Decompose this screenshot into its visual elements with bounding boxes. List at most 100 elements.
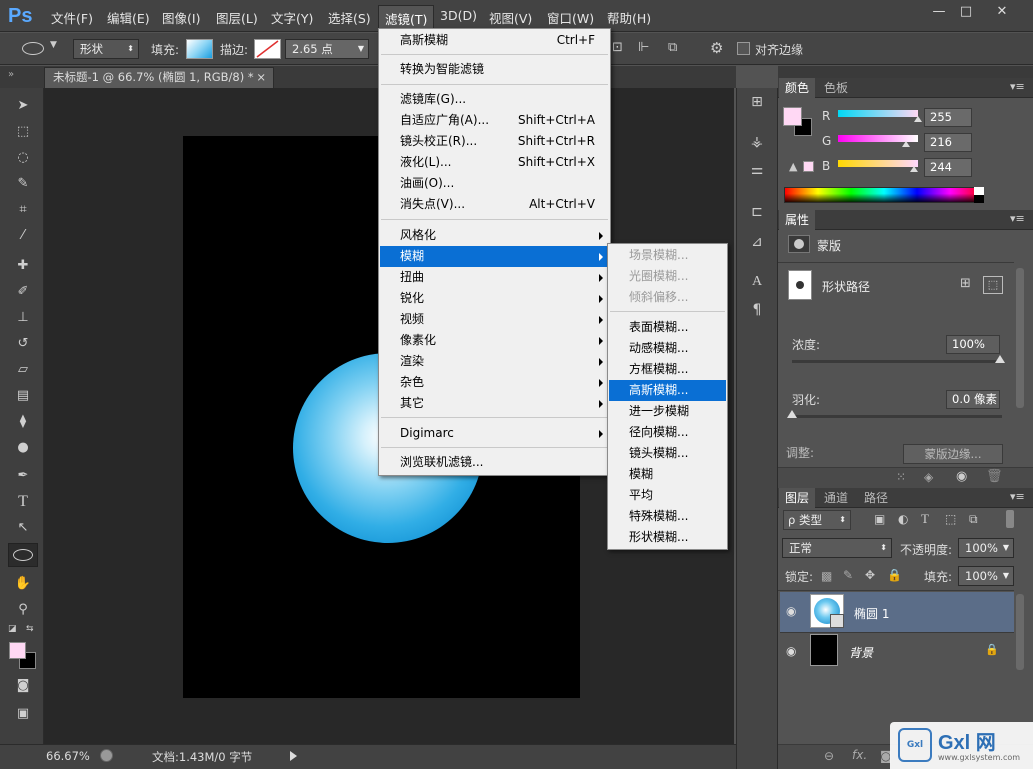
visibility-eye-icon[interactable]: ◉ <box>786 604 796 618</box>
menu-item-filter-gallery[interactable]: 滤镜库(G)... <box>380 89 609 110</box>
submenu-item-shape-blur[interactable]: 形状模糊... <box>609 527 726 548</box>
path-alignment-icon[interactable]: ⊩ <box>638 40 649 55</box>
character-panel-icon[interactable]: A <box>746 272 768 292</box>
vector-mask-thumbnail[interactable] <box>788 270 812 300</box>
menu-item-sharpen[interactable]: 锐化 <box>380 288 609 309</box>
menu-view[interactable]: 视图(V) <box>489 8 532 27</box>
panel-menu-icon[interactable]: ▾≡ <box>1010 490 1025 503</box>
eye-icon[interactable]: ◉ <box>956 469 967 484</box>
fill-swatch[interactable] <box>186 39 213 59</box>
menu-item-adaptive-wide-angle[interactable]: 自适应广角(A)... Shift+Ctrl+A <box>380 110 609 131</box>
ellipse-tool-preset-icon[interactable] <box>22 42 44 55</box>
screen-mode-icon[interactable]: ▣ <box>12 704 34 724</box>
r-value-input[interactable]: 255 <box>924 108 972 127</box>
submenu-item-gaussian-blur[interactable]: 高斯模糊... <box>609 380 726 401</box>
g-slider-thumb[interactable] <box>902 141 910 147</box>
status-menu-arrow-icon[interactable] <box>290 751 297 761</box>
menu-item-vanishing-point[interactable]: 消失点(V)... Alt+Ctrl+V <box>380 194 609 215</box>
layer-style-icon[interactable]: fx. <box>852 748 867 762</box>
b-value-input[interactable]: 244 <box>924 158 972 177</box>
g-value-input[interactable]: 216 <box>924 133 972 152</box>
menu-item-distort[interactable]: 扭曲 <box>380 267 609 288</box>
lock-all-icon[interactable]: 🔒 <box>887 568 902 582</box>
menu-item-render[interactable]: 渲染 <box>380 351 609 372</box>
menu-window[interactable]: 窗口(W) <box>547 8 594 27</box>
menu-item-liquify[interactable]: 液化(L)... Shift+Ctrl+X <box>380 152 609 173</box>
close-tab-icon[interactable]: × <box>256 68 266 87</box>
opacity-input[interactable]: 100% ▼ <box>958 538 1014 558</box>
menu-select[interactable]: 选择(S) <box>328 8 371 27</box>
gear-icon[interactable]: ⚙ <box>710 39 723 57</box>
density-input[interactable]: 100% <box>946 335 1000 354</box>
document-tab[interactable]: 未标题-1 @ 66.7% (椭圆 1, RGB/8) * × <box>44 67 274 88</box>
menu-help[interactable]: 帮助(H) <box>607 8 651 27</box>
filter-type-icon[interactable]: T <box>921 511 929 527</box>
blend-mode-select[interactable]: 正常 ⬍ <box>782 538 892 558</box>
visibility-eye-icon[interactable]: ◉ <box>786 644 796 658</box>
eyedropper-tool-icon[interactable]: ⁄ <box>12 226 34 246</box>
filter-toggle[interactable] <box>1006 510 1014 528</box>
menu-item-digimarc[interactable]: Digimarc <box>380 423 609 444</box>
filter-adjustment-icon[interactable]: ◐ <box>898 512 908 526</box>
r-slider[interactable] <box>838 110 918 117</box>
tab-swatches[interactable]: 色板 <box>818 78 854 98</box>
filter-shape-icon[interactable]: ⬚ <box>945 512 956 526</box>
filter-smart-object-icon[interactable]: ⧉ <box>969 512 978 527</box>
add-pixel-mask-icon[interactable]: ⊞ <box>960 276 971 291</box>
menu-item-stylize[interactable]: 风格化 <box>380 225 609 246</box>
submenu-item-average[interactable]: 平均 <box>609 485 726 506</box>
submenu-item-smart-blur[interactable]: 特殊模糊... <box>609 506 726 527</box>
align-edges-checkbox[interactable] <box>737 42 750 55</box>
lock-position-icon[interactable]: ✥ <box>865 568 875 582</box>
blur-tool-icon[interactable]: ⧫ <box>12 412 34 432</box>
clone-stamp-tool-icon[interactable]: ⊥ <box>12 308 34 328</box>
lock-pixels-icon[interactable]: ✎ <box>843 568 853 582</box>
quick-mask-icon[interactable]: ◙ <box>12 676 34 696</box>
collapse-toolbox-icon[interactable]: » <box>8 69 14 80</box>
density-slider[interactable] <box>792 360 1002 363</box>
panel-menu-icon[interactable]: ▾≡ <box>1010 212 1025 225</box>
foreground-color-swatch[interactable] <box>9 642 26 659</box>
spectrum-white-swatch[interactable] <box>974 187 984 195</box>
menu-item-lens-correction[interactable]: 镜头校正(R)... Shift+Ctrl+R <box>380 131 609 152</box>
type-tool-icon[interactable]: T <box>12 492 34 512</box>
layer-kind-filter[interactable]: ρ 类型 ⬍ <box>783 510 851 530</box>
link-layers-icon[interactable]: ⊖ <box>824 749 834 763</box>
menu-item-oil-paint[interactable]: 油画(O)... <box>380 173 609 194</box>
trash-icon[interactable]: 🗑 <box>986 469 1003 484</box>
move-tool-icon[interactable]: ➤ <box>12 96 34 116</box>
clone-source-icon[interactable]: ⊏ <box>746 202 768 222</box>
menu-3d[interactable]: 3D(D) <box>440 8 477 23</box>
menu-item-other[interactable]: 其它 <box>380 393 609 414</box>
color-foreground-swatch[interactable] <box>783 107 802 126</box>
submenu-item-radial-blur[interactable]: 径向模糊... <box>609 422 726 443</box>
submenu-item-box-blur[interactable]: 方框模糊... <box>609 359 726 380</box>
zoom-level[interactable]: 66.67% <box>46 749 90 763</box>
load-selection-icon[interactable]: ⁙ <box>896 470 906 484</box>
quick-selection-tool-icon[interactable]: ✎ <box>12 174 34 194</box>
add-vector-mask-icon[interactable]: ⬚ <box>983 276 1003 294</box>
menu-type[interactable]: 文字(Y) <box>271 8 313 27</box>
brush-panel-icon[interactable]: ⚶ <box>746 132 768 152</box>
crop-tool-icon[interactable]: ⌗ <box>12 200 34 220</box>
path-operations-icon[interactable]: ⊡ <box>612 40 623 55</box>
menu-edit[interactable]: 编辑(E) <box>107 8 150 27</box>
swap-colors-icon[interactable]: ⇆ <box>26 624 34 634</box>
menu-item-pixelate[interactable]: 像素化 <box>380 330 609 351</box>
apply-mask-icon[interactable]: ◈ <box>924 470 933 484</box>
feather-slider-thumb[interactable] <box>787 410 797 418</box>
b-slider[interactable] <box>838 160 918 167</box>
submenu-item-blur-more[interactable]: 进一步模糊 <box>609 401 726 422</box>
history-panel-icon[interactable]: ⊞ <box>746 92 768 112</box>
filter-pixel-icon[interactable]: ▣ <box>874 512 885 526</box>
submenu-item-motion-blur[interactable]: 动感模糊... <box>609 338 726 359</box>
mask-edge-button[interactable]: 蒙版边缘... <box>903 444 1003 464</box>
spectrum-black-swatch[interactable] <box>974 195 984 203</box>
ellipse-tool-icon[interactable] <box>13 549 33 561</box>
menu-item-noise[interactable]: 杂色 <box>380 372 609 393</box>
tab-paths[interactable]: 路径 <box>858 488 894 508</box>
lasso-tool-icon[interactable]: ◌ <box>12 148 34 168</box>
gradient-tool-icon[interactable]: ▤ <box>12 386 34 406</box>
healing-brush-tool-icon[interactable]: ✚ <box>12 256 34 276</box>
preset-dropdown-icon[interactable]: ▼ <box>50 40 57 50</box>
